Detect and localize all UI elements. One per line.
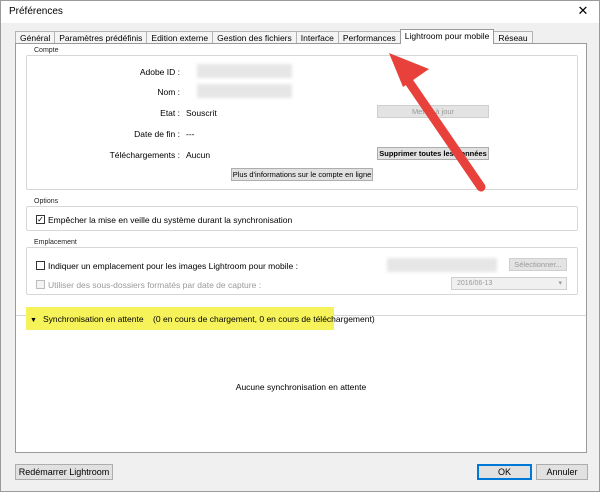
- adobe-id-value-redacted: [197, 64, 292, 78]
- date-format-select[interactable]: 2016/06-13 ▾: [451, 277, 567, 290]
- annotation-arrow: [389, 53, 486, 192]
- sync-header[interactable]: ▼ Synchronisation en attente (0 en cours …: [30, 314, 375, 324]
- tab-bar: Général Paramètres prédéfinis Edition ex…: [15, 29, 533, 44]
- restart-lightroom-button[interactable]: Redémarrer Lightroom: [15, 464, 113, 480]
- custom-location-checkbox[interactable]: [36, 261, 45, 270]
- name-value-redacted: [197, 84, 292, 98]
- location-group-title: Emplacement: [33, 239, 78, 246]
- disclosure-triangle-icon[interactable]: ▼: [30, 317, 37, 324]
- account-group-title: Compte: [33, 47, 60, 54]
- prevent-sleep-label: Empêcher la mise en veille du système du…: [48, 215, 293, 225]
- adobe-id-label: Adobe ID :: [139, 67, 180, 77]
- date-subfolders-checkbox[interactable]: [36, 280, 45, 289]
- sync-title: Synchronisation en attente: [42, 314, 144, 324]
- location-path-redacted: [387, 258, 497, 272]
- chevron-down-icon: ▾: [558, 280, 562, 287]
- check-mark-icon: ✓: [37, 215, 44, 224]
- window-title: Préférences: [9, 6, 63, 17]
- end-date-value: ---: [186, 129, 195, 139]
- tab-panel-lightroom-mobile: Compte Adobe ID : Nom : Etat : Souscrit …: [15, 43, 587, 453]
- status-value: Souscrit: [186, 108, 217, 118]
- location-group: Emplacement Indiquer un emplacement pour…: [26, 239, 578, 295]
- options-group: Options ✓ Empêcher la mise en veille du …: [26, 198, 578, 231]
- preferences-window: Préférences ✕ Général Paramètres prédéfi…: [0, 0, 600, 492]
- sync-panel: Aucune synchronisation en attente: [16, 315, 586, 453]
- options-group-title: Options: [33, 198, 60, 205]
- tab-lightroom-mobile[interactable]: Lightroom pour mobile: [399, 29, 495, 44]
- prevent-sleep-checkbox[interactable]: ✓: [36, 215, 45, 224]
- select-folder-button[interactable]: Sélectionner...: [509, 258, 567, 271]
- status-label: Etat :: [160, 108, 180, 118]
- ok-button[interactable]: OK: [477, 464, 532, 480]
- date-format-value: 2016/06-13: [457, 280, 493, 287]
- name-label: Nom :: [157, 87, 180, 97]
- end-date-label: Date de fin :: [134, 129, 180, 139]
- title-bar: Préférences ✕: [1, 1, 599, 23]
- downloads-value: Aucun: [186, 150, 211, 160]
- date-subfolders-label: Utiliser des sous-dossiers formatés par …: [48, 280, 262, 290]
- cancel-button[interactable]: Annuler: [536, 464, 588, 480]
- sync-status: (0 en cours de chargement, 0 en cours de…: [153, 314, 375, 324]
- close-icon[interactable]: ✕: [575, 3, 591, 19]
- downloads-label: Téléchargements :: [109, 150, 180, 160]
- custom-location-label: Indiquer un emplacement pour les images …: [48, 261, 298, 271]
- sync-empty-message: Aucune synchronisation en attente: [235, 382, 367, 392]
- account-info-button[interactable]: Plus d'informations sur le compte en lig…: [231, 168, 373, 181]
